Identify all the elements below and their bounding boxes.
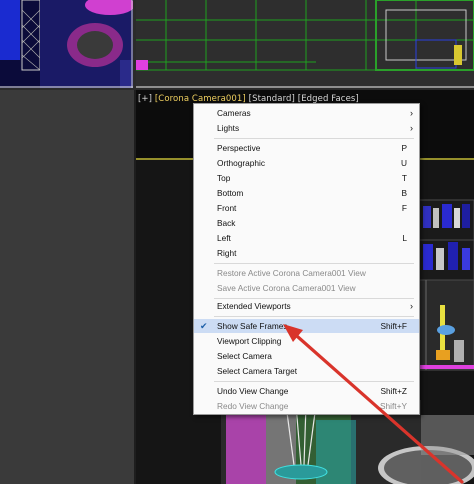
annotation-arrow xyxy=(283,324,464,484)
